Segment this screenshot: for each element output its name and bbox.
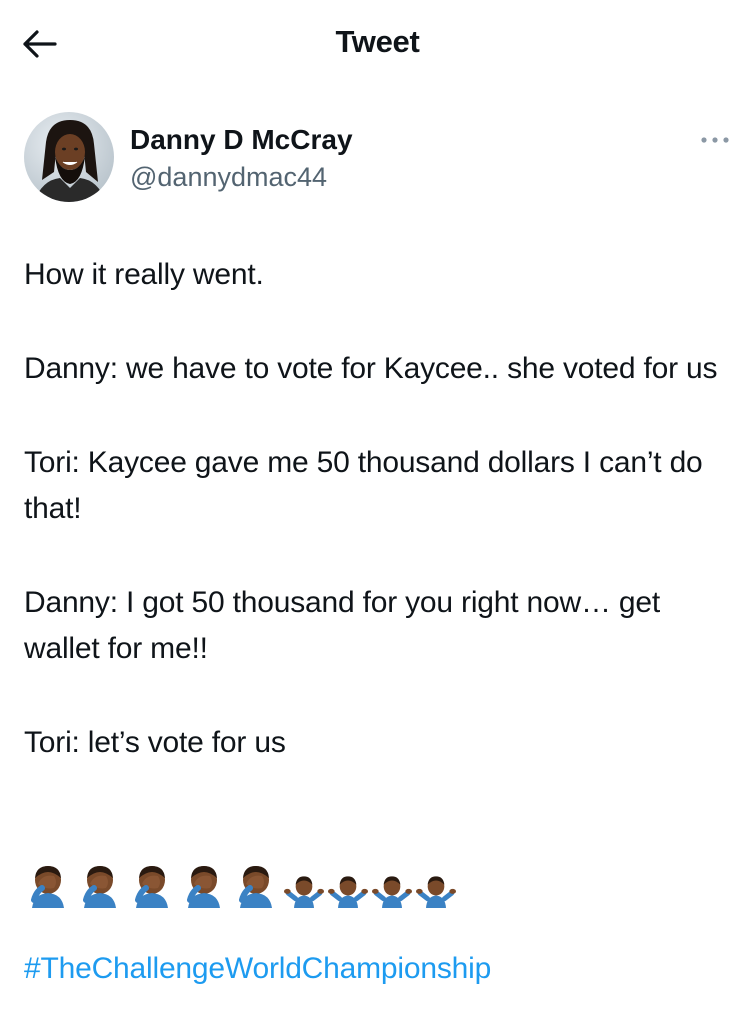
person-facepalming-emoji	[187, 866, 220, 908]
tweet-paragraph: Tori: let’s vote for us	[24, 726, 286, 759]
tweet-paragraph: Tori: Kaycee gave me 50 thousand dollars…	[24, 446, 703, 525]
emoji-row	[24, 858, 456, 908]
person-facepalming-emoji	[239, 866, 272, 908]
tweet-paragraph: Danny: we have to vote for Kaycee.. she …	[24, 352, 718, 385]
person-facepalming-emoji	[31, 866, 64, 908]
tweet-author: Danny D McCray @dannydmac44	[24, 112, 730, 204]
tweet-text: How it really went. Danny: we have to vo…	[24, 252, 736, 814]
tweet-paragraph: Danny: I got 50 thousand for you right n…	[24, 586, 660, 665]
tweet-paragraph: How it really went.	[24, 258, 264, 291]
author-name[interactable]: Danny D McCray	[130, 124, 353, 156]
hashtag-link[interactable]: #TheChallengeWorldChampionship	[24, 952, 491, 986]
avatar[interactable]	[24, 112, 114, 202]
author-handle[interactable]: @dannydmac44	[130, 162, 327, 193]
person-shrugging-emoji	[328, 876, 368, 908]
person-shrugging-emoji	[284, 876, 324, 908]
person-shrugging-emoji	[416, 876, 456, 908]
top-bar: Tweet	[0, 0, 755, 90]
page-title: Tweet	[335, 24, 420, 59]
person-facepalming-emoji	[135, 866, 168, 908]
more-options-button[interactable]	[686, 128, 730, 152]
more-horizontal-icon	[701, 137, 729, 143]
profile-photo	[24, 112, 114, 202]
person-facepalming-emoji	[83, 866, 116, 908]
person-shrugging-emoji	[372, 876, 412, 908]
